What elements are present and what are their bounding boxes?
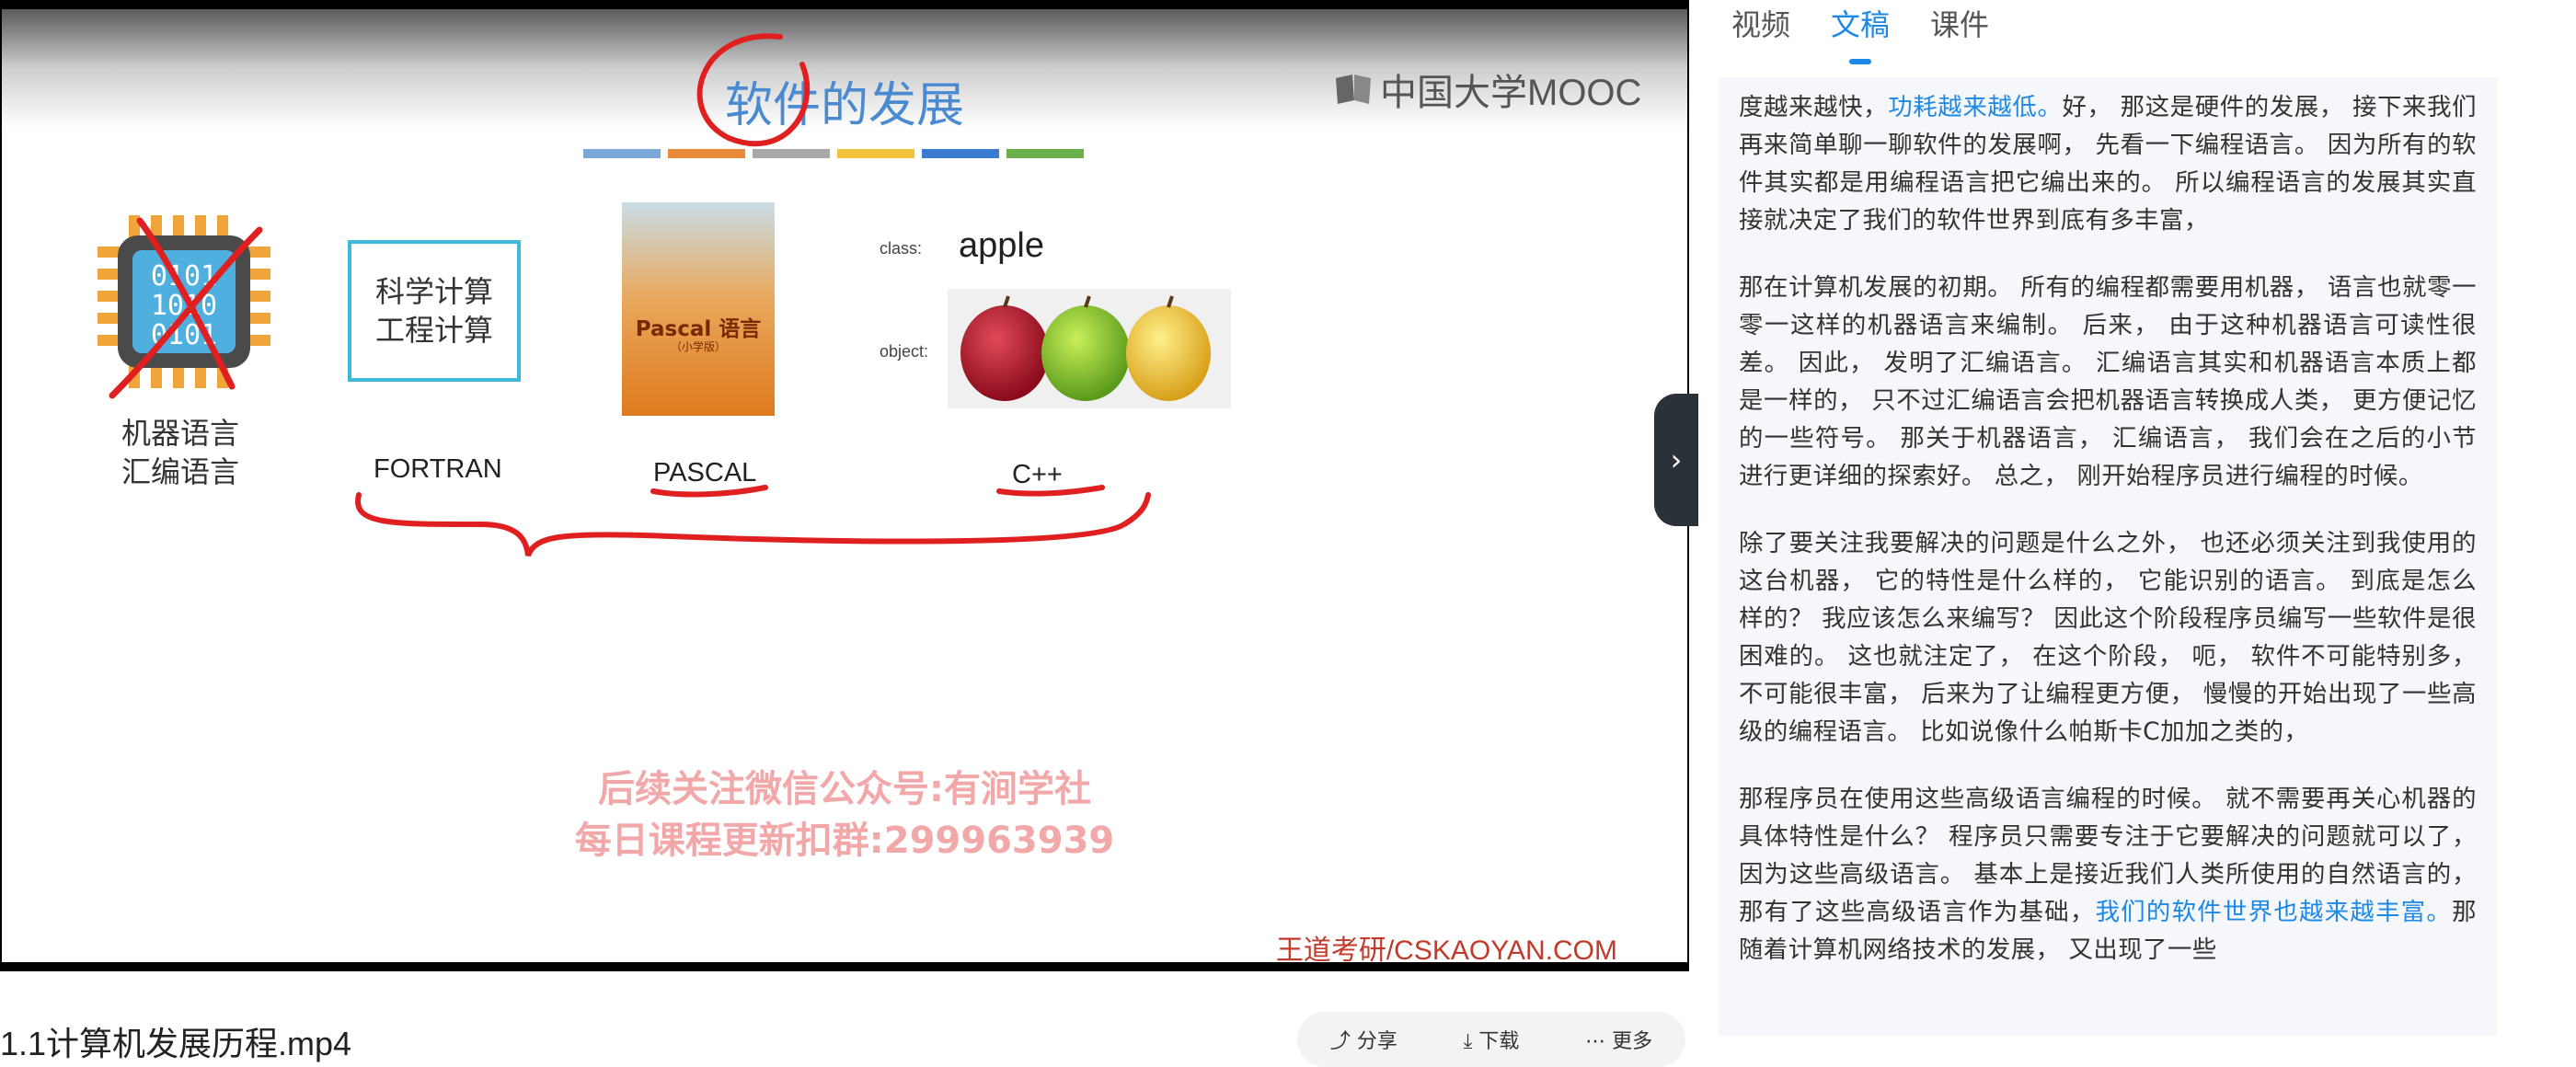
transcript-paragraph: 除了要关注我要解决的问题是什么之外， 也还必须关注到我使用的这台机器， 它的特性… xyxy=(1739,529,2477,746)
slide-canvas: 软件的发展 中国大学MOOC 0101 1010 0101 机器语言 汇编语言 … xyxy=(2,9,1687,962)
transcript-panel[interactable]: 度越来越快，功耗越来越低。好， 那这是硬件的发展， 接下来我们再来简单聊一聊软件… xyxy=(1719,77,2497,1036)
watermark-line: 每日课程更新扣群:299963939 xyxy=(574,820,1115,862)
tab-courseware[interactable]: 课件 xyxy=(1930,0,1989,52)
transcript-highlight[interactable]: 我们的软件世界也越来越丰富。 xyxy=(2096,898,2453,926)
video-action-bar: ⤴ 分享 ⤓ 下载 ⋯ 更多 xyxy=(1297,1012,1685,1067)
chevron-right-icon: › xyxy=(1670,442,1683,477)
transcript-paragraph: 那在计算机发展的初期。 所有的编程都需要用机器， 语言也就零一零一这样的机器语言… xyxy=(1739,273,2477,490)
transcript-text: 度越来越快， xyxy=(1739,93,1889,121)
more-label: 更多 xyxy=(1612,1030,1653,1053)
download-label: 下载 xyxy=(1478,1030,1520,1053)
more-button[interactable]: ⋯ 更多 xyxy=(1585,1025,1652,1054)
tab-transcript[interactable]: 文稿 xyxy=(1831,0,1890,64)
panel-tabs: 视频 文稿 课件 xyxy=(1731,0,1989,64)
watermark: 后续关注微信公众号:有涧学社 每日课程更新扣群:299963939 xyxy=(2,763,1687,866)
collapse-panel-button[interactable]: › xyxy=(1654,394,1698,526)
transcript-paragraph: 度越来越快，功耗越来越低。好， 那这是硬件的发展， 接下来我们再来简单聊一聊软件… xyxy=(1739,88,2477,239)
transcript-paragraph: 那程序员在使用这些高级语言编程的时候。 就不需要再关心机器的具体特性是什么？ 程… xyxy=(1739,780,2477,969)
tab-video[interactable]: 视频 xyxy=(1731,0,1790,52)
source-credit: 王道考研/CSKAOYAN.COM xyxy=(1275,935,1617,962)
share-label: 分享 xyxy=(1356,1030,1397,1053)
transcript-highlight[interactable]: 功耗越来越低。 xyxy=(1888,93,2062,121)
share-button[interactable]: ⤴ 分享 xyxy=(1330,1025,1397,1054)
watermark-line: 后续关注微信公众号:有涧学社 xyxy=(598,768,1091,810)
video-title: 1.1计算机发展历程.mp4 xyxy=(0,1025,352,1062)
download-button[interactable]: ⤓ 下载 xyxy=(1464,1025,1520,1054)
video-player[interactable]: 软件的发展 中国大学MOOC 0101 1010 0101 机器语言 汇编语言 … xyxy=(0,0,1689,971)
